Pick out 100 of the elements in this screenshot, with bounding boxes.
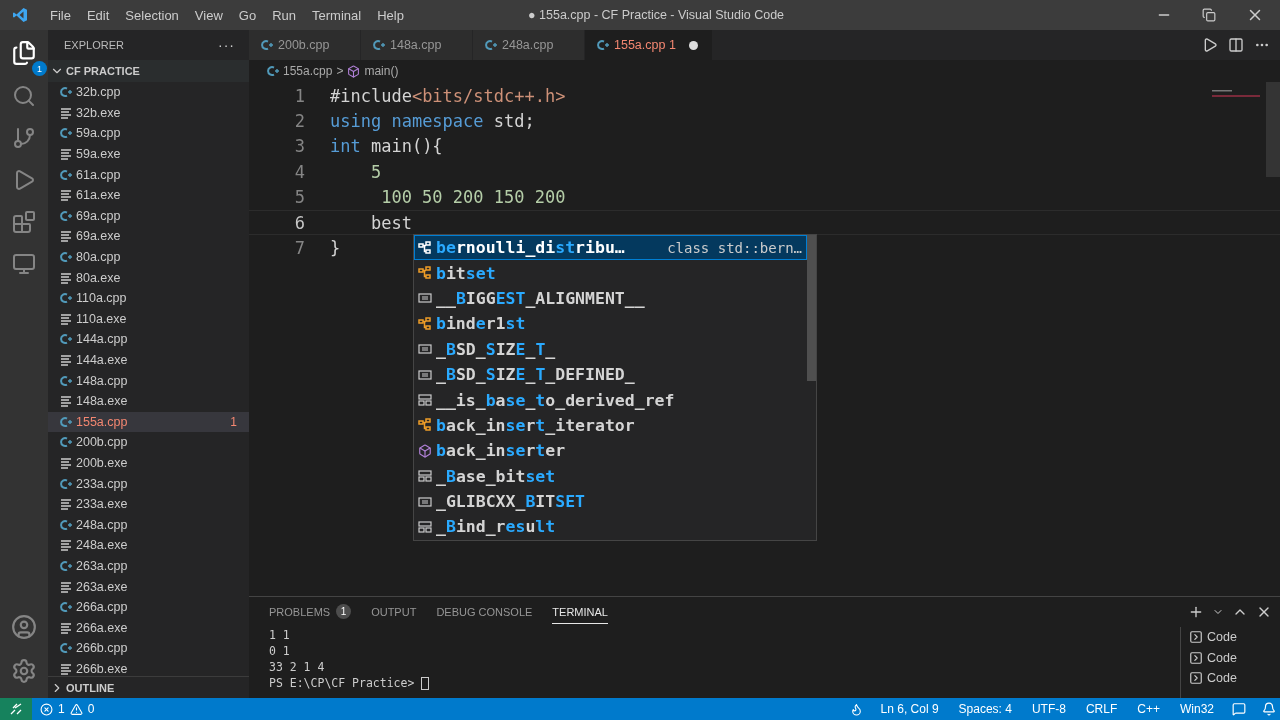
explorer-row[interactable]: 59a.exe <box>48 143 249 165</box>
explorer-row[interactable]: 263a.cpp <box>48 555 249 577</box>
menu-item[interactable]: Help <box>369 7 412 23</box>
status-item[interactable]: Ln 6, Col 9 <box>878 702 941 716</box>
explorer-row[interactable]: 263a.exe <box>48 576 249 597</box>
explorer-row[interactable]: 266b.cpp <box>48 638 249 659</box>
explorer-row[interactable]: 69a.cpp <box>48 205 249 227</box>
panel-tab[interactable]: PROBLEMS 1 <box>269 600 352 624</box>
suggestion-item[interactable]: _Bind_result <box>414 514 807 540</box>
menu-item[interactable]: File <box>42 7 79 23</box>
cpp-file-icon <box>60 86 72 99</box>
explorer-row[interactable]: 110a.cpp <box>48 287 249 309</box>
menu-item[interactable]: Selection <box>117 7 187 23</box>
panel-tab[interactable]: DEBUG CONSOLE <box>436 600 533 624</box>
terminal-item[interactable]: Code <box>1189 627 1280 648</box>
explorer-row[interactable]: 61a.exe <box>48 184 249 206</box>
explorer-row[interactable]: 144a.cpp <box>48 329 249 350</box>
explorer-row[interactable]: 61a.cpp <box>48 164 249 185</box>
terminal-item[interactable]: Code <box>1189 647 1280 668</box>
account-icon[interactable] <box>11 614 37 640</box>
terminal-line: 33 2 1 4 <box>269 660 325 674</box>
feedback-icon[interactable] <box>1232 702 1246 716</box>
menu-item[interactable]: Edit <box>78 7 118 23</box>
bell-icon[interactable] <box>1262 702 1276 716</box>
flame-icon[interactable] <box>849 702 863 716</box>
class-icon <box>418 418 432 433</box>
editor-tab[interactable]: 155a.cpp 1 <box>585 30 713 60</box>
suggestion-item[interactable]: binder1st <box>414 311 807 337</box>
explorer-row[interactable]: 148a.cpp <box>48 370 249 391</box>
explorer-row[interactable]: 266a.exe <box>48 617 249 639</box>
run-icon[interactable] <box>1202 37 1218 53</box>
monitor-icon[interactable] <box>12 252 36 276</box>
warning-icon <box>69 702 83 716</box>
status-item[interactable]: UTF-8 <box>1029 702 1068 716</box>
suggestion-item[interactable]: back_insert_iterator <box>414 412 807 439</box>
panel-tab[interactable]: OUTPUT <box>371 600 417 624</box>
explorer-row[interactable]: 266a.cpp <box>48 596 249 618</box>
line-number: 3 <box>293 136 305 157</box>
status-item[interactable]: Win32 <box>1178 702 1216 716</box>
class-icon <box>418 240 432 255</box>
status-item[interactable]: C++ <box>1135 702 1162 716</box>
constant-icon <box>418 342 432 357</box>
explorer-row[interactable]: 144a.exe <box>48 349 249 371</box>
branch-icon[interactable] <box>12 126 36 150</box>
restore-icon[interactable] <box>1202 8 1216 22</box>
editor-tab[interactable]: 148a.cpp <box>361 30 473 60</box>
scrollbar-thumb[interactable] <box>807 235 816 381</box>
remote-button[interactable] <box>0 698 32 720</box>
explorer-row[interactable]: 248a.cpp <box>48 514 249 536</box>
suggestion-item[interactable]: _Base_bitset <box>414 463 807 489</box>
blocks-icon[interactable] <box>12 210 36 234</box>
suggestion-item[interactable]: __BIGGEST_ALIGNMENT__ <box>414 285 807 312</box>
editor-tab[interactable]: 200b.cpp <box>249 30 361 60</box>
terminal-item[interactable]: Code <box>1189 668 1280 689</box>
suggestion-item[interactable]: bitset <box>414 260 807 286</box>
explorer-row[interactable]: 248a.exe <box>48 535 249 556</box>
search-icon[interactable] <box>12 84 36 108</box>
explorer-row[interactable]: 59a.cpp <box>48 123 249 144</box>
menu-item[interactable]: Go <box>230 7 265 23</box>
cpp-file-icon <box>60 168 72 181</box>
panel-tab[interactable]: TERMINAL <box>552 600 608 624</box>
explorer-row[interactable]: 69a.exe <box>48 226 249 247</box>
settings-icon[interactable] <box>11 658 37 684</box>
explorer-row[interactable]: 80a.cpp <box>48 246 249 268</box>
plus-icon[interactable] <box>1188 604 1204 620</box>
explorer-row[interactable]: 155a.cpp 1 <box>48 411 249 433</box>
explorer-row[interactable]: 266b.exe <box>48 658 249 676</box>
explorer-row[interactable]: 32b.cpp <box>48 82 249 103</box>
menu-item[interactable]: View <box>186 7 231 23</box>
folder-header[interactable]: CF PRACTICE <box>48 60 249 82</box>
error-count: 1 <box>57 702 66 716</box>
breadcrumb-item[interactable]: 155a.cpp <box>283 64 333 78</box>
editor-tab[interactable]: 248a.cpp <box>473 30 585 60</box>
suggestion-item[interactable]: _BSD_SIZE_T_DEFINED_ <box>414 361 807 388</box>
explorer-row[interactable]: 148a.exe <box>48 390 249 412</box>
suggestion-item[interactable]: _GLIBCXX_BITSET <box>414 488 807 515</box>
more-button[interactable]: ··· <box>218 37 235 53</box>
suggestion-item[interactable]: bernoulli_distribu… class std::bern… <box>414 235 807 261</box>
menu-item[interactable]: Terminal <box>304 7 370 23</box>
minimap-drawing <box>1212 90 1260 98</box>
files-icon[interactable] <box>11 40 37 66</box>
suggestion-item[interactable]: __is_base_to_derived_ref <box>414 387 807 413</box>
explorer-row[interactable]: 80a.exe <box>48 267 249 288</box>
explorer-row[interactable]: 233a.cpp <box>48 473 249 494</box>
terminal-icon <box>1189 671 1203 686</box>
explorer-row[interactable]: 32b.exe <box>48 102 249 124</box>
status-item[interactable]: CRLF <box>1083 702 1120 716</box>
menu-item[interactable]: Run <box>264 7 304 23</box>
breadcrumb-item[interactable]: main() <box>364 64 399 78</box>
text-cursor <box>421 676 430 690</box>
explorer-row[interactable]: 200b.cpp <box>48 432 249 453</box>
explorer-row[interactable]: 233a.exe <box>48 493 249 515</box>
suggestion-item[interactable]: _BSD_SIZE_T_ <box>414 336 807 362</box>
explorer-row[interactable]: 200b.exe <box>48 452 249 474</box>
status-item[interactable]: Spaces: 4 <box>956 702 1014 716</box>
explorer-row[interactable]: 110a.exe <box>48 308 249 330</box>
suggestion-item[interactable]: back_inserter <box>414 438 807 464</box>
line-number: 7 <box>293 238 305 259</box>
lines-file-icon <box>60 354 72 366</box>
split-editor-icon[interactable] <box>1228 37 1244 53</box>
